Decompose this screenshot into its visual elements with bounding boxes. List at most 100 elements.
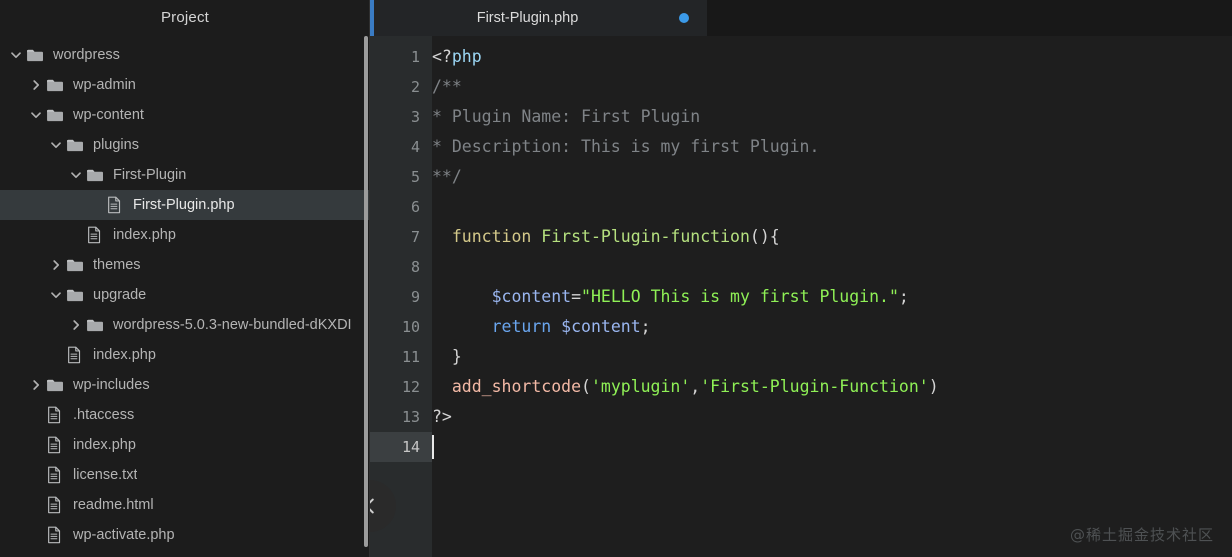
code-line[interactable]: function First-Plugin-function(){: [432, 222, 1232, 252]
chevron-right-icon[interactable]: [68, 317, 84, 333]
tree-item-label: wordpress: [53, 47, 120, 63]
code-line[interactable]: [432, 432, 1232, 462]
code-line[interactable]: return $content;: [432, 312, 1232, 342]
chevron-down-icon[interactable]: [48, 287, 64, 303]
tree-folder-row[interactable]: wordpress-5.0.3-new-bundled-dKXDI: [0, 310, 370, 340]
code-line[interactable]: [432, 192, 1232, 222]
code-line[interactable]: * Description: This is my first Plugin.: [432, 132, 1232, 162]
editor-pane: First-Plugin.php 1 2 3 4 5 6 7 8 9 10 11 12 13 14 <?p…: [370, 0, 1232, 557]
tab-label: First-Plugin.php: [476, 10, 579, 26]
line-number: 7: [410, 228, 420, 246]
code-line[interactable]: ?>: [432, 402, 1232, 432]
code-line[interactable]: add_shortcode('myplugin','First-Plugin-F…: [432, 372, 1232, 402]
code-line[interactable]: <?php: [432, 42, 1232, 72]
code-line[interactable]: $content="HELLO This is my first Plugin.…: [432, 282, 1232, 312]
line-number: 6: [410, 198, 420, 216]
tree-item-label: index.php: [113, 227, 176, 243]
file-icon: [86, 226, 106, 244]
folder-icon: [46, 378, 66, 393]
tree-item-label: First-Plugin: [113, 167, 187, 183]
code-content[interactable]: <?php /** * Plugin Name: First Plugin * Des…: [432, 36, 1232, 557]
tree-file-row[interactable]: index.php: [0, 430, 370, 460]
folder-icon: [66, 258, 86, 273]
tree-folder-row[interactable]: wordpress: [0, 40, 370, 70]
tree-folder-row[interactable]: wp-includes: [0, 370, 370, 400]
code-token: add_shortcode: [451, 377, 582, 396]
file-tree: wordpress wp-admin wp-content plugins First-…: [0, 36, 370, 550]
tree-item-label: plugins: [93, 137, 139, 153]
chevron-down-icon[interactable]: [48, 137, 64, 153]
tree-folder-row[interactable]: First-Plugin: [0, 160, 370, 190]
line-number: 2: [410, 78, 420, 96]
tree-folder-row[interactable]: wp-content: [0, 100, 370, 130]
folder-icon: [26, 48, 46, 63]
tree-file-row[interactable]: license.txt: [0, 460, 370, 490]
code-token: }: [432, 347, 462, 366]
code-token: $content: [561, 317, 641, 336]
tab-first-plugin-php[interactable]: First-Plugin.php: [370, 0, 707, 36]
line-number: 14: [370, 432, 432, 462]
code-token: function: [451, 227, 532, 246]
folder-icon: [46, 108, 66, 123]
line-number: 8: [410, 258, 420, 276]
tree-folder-row[interactable]: wp-admin: [0, 70, 370, 100]
sidebar-scrollbar[interactable]: [364, 36, 368, 547]
tree-file-row[interactable]: index.php: [0, 340, 370, 370]
code-token: ;: [898, 287, 909, 306]
line-number: 11: [401, 348, 420, 366]
code-line[interactable]: [432, 252, 1232, 282]
tree-folder-row[interactable]: themes: [0, 250, 370, 280]
tree-item-label: wp-activate.php: [73, 527, 175, 543]
tree-item-label: .htaccess: [73, 407, 135, 423]
tree-folder-row[interactable]: plugins: [0, 130, 370, 160]
tree-file-row[interactable]: wp-activate.php: [0, 520, 370, 550]
code-token: ;: [640, 317, 651, 336]
tree-file-row[interactable]: First-Plugin.php: [0, 190, 370, 220]
folder-icon: [66, 138, 86, 153]
tree-item-label: wordpress-5.0.3-new-bundled-dKXDI: [113, 317, 352, 333]
file-icon: [46, 496, 66, 514]
code-token: 'First-Plugin-Function': [700, 377, 929, 396]
chevron-down-icon[interactable]: [8, 47, 24, 63]
tree-item-label: wp-content: [73, 107, 144, 123]
chevron-right-icon[interactable]: [48, 257, 64, 273]
editor-window: Project wordpress wp-admin wp-content plugi…: [0, 0, 1232, 557]
file-icon: [46, 406, 66, 424]
line-number: 13: [401, 408, 420, 426]
code-token: **/: [432, 167, 462, 186]
chevron-right-icon[interactable]: [28, 377, 44, 393]
code-line[interactable]: * Plugin Name: First Plugin: [432, 102, 1232, 132]
tree-item-label: First-Plugin.php: [133, 197, 235, 213]
line-number: 3: [410, 108, 420, 126]
code-area: 1 2 3 4 5 6 7 8 9 10 11 12 13 14 <?php/** * Plugin Nam…: [370, 36, 1232, 557]
line-number: 10: [401, 318, 420, 336]
file-icon: [106, 196, 126, 214]
tree-file-row[interactable]: index.php: [0, 220, 370, 250]
sidebar-title: Project: [0, 0, 370, 36]
code-line[interactable]: }: [432, 342, 1232, 372]
tree-file-row[interactable]: .htaccess: [0, 400, 370, 430]
code-token: (){: [749, 227, 780, 246]
chevron-down-icon[interactable]: [68, 167, 84, 183]
chevron-down-icon[interactable]: [28, 107, 44, 123]
code-line[interactable]: **/: [432, 162, 1232, 192]
folder-icon: [86, 168, 106, 183]
text-caret: [432, 435, 434, 459]
tree-folder-row[interactable]: upgrade: [0, 280, 370, 310]
chevron-right-icon[interactable]: [28, 77, 44, 93]
tree-item-label: wp-includes: [73, 377, 150, 393]
tree-file-row[interactable]: readme.html: [0, 490, 370, 520]
tree-item-label: wp-admin: [73, 77, 136, 93]
code-line[interactable]: /**: [432, 72, 1232, 102]
line-number: 4: [410, 138, 420, 156]
